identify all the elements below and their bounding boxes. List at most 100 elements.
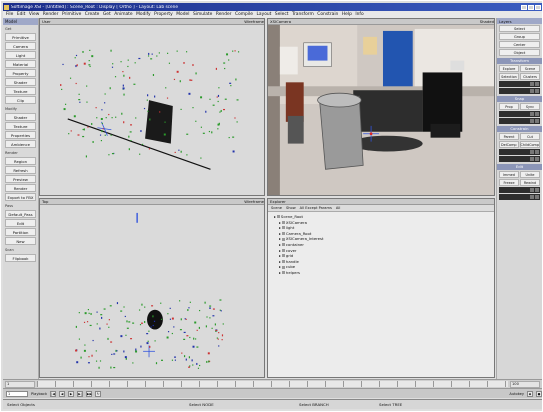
viewport-canvas[interactable]: [40, 25, 264, 195]
left-button-texture[interactable]: Texture: [5, 87, 36, 95]
right-button-explore[interactable]: Explore: [499, 65, 519, 72]
right-button-object[interactable]: Object: [499, 49, 540, 56]
parameter-slider[interactable]: [499, 194, 540, 200]
right-button-cut[interactable]: Cut: [520, 133, 540, 140]
menu-edit[interactable]: Edit: [17, 12, 26, 17]
menu-render[interactable]: Render: [43, 12, 59, 17]
left-button-default-pass[interactable]: Default_Pass: [5, 210, 36, 218]
parameter-slider[interactable]: [499, 149, 540, 155]
timeline-ruler[interactable]: [37, 381, 508, 387]
viewport-display-mode[interactable]: Shaded: [480, 19, 494, 24]
right-button-unite[interactable]: Unite: [520, 171, 540, 178]
menu-select[interactable]: Select: [275, 12, 289, 17]
parameter-slider[interactable]: [499, 118, 540, 124]
parameter-slider[interactable]: [499, 81, 540, 87]
menu-modify[interactable]: Modify: [136, 12, 151, 17]
menu-animate[interactable]: Animate: [114, 12, 132, 17]
explorer-toolbar-show[interactable]: Show: [286, 206, 296, 210]
parameter-slider[interactable]: [499, 187, 540, 193]
explorer-toolbar-all[interactable]: All: [336, 206, 340, 210]
left-button-export-to-fbx[interactable]: Export to FBX: [5, 193, 36, 201]
key-icon[interactable]: ◆: [527, 390, 533, 397]
menu-transform[interactable]: Transform: [292, 12, 314, 17]
right-button-sync[interactable]: Sync: [520, 103, 540, 110]
menu-model[interactable]: Model: [176, 12, 189, 17]
left-button-new[interactable]: New: [5, 237, 36, 245]
left-button-primitive[interactable]: Primitive: [5, 33, 36, 41]
right-button-parent[interactable]: Parent: [499, 133, 519, 140]
menu-simulate[interactable]: Simulate: [193, 12, 212, 17]
maximize-button[interactable]: [528, 4, 534, 10]
right-button-immed[interactable]: Immed: [499, 171, 519, 178]
left-button-refresh[interactable]: Refresh: [5, 166, 36, 174]
menu-render[interactable]: Render: [216, 12, 232, 17]
last-frame-icon[interactable]: ▶▶: [86, 390, 93, 397]
explorer-toolbar-all-except-params[interactable]: All Except Params: [300, 206, 332, 210]
lock-icon[interactable]: ●: [536, 390, 542, 397]
left-button-properties[interactable]: Properties: [5, 131, 36, 139]
left-button-texture[interactable]: Texture: [5, 122, 36, 130]
viewport-display-mode[interactable]: Wireframe: [244, 199, 264, 204]
left-button-edit[interactable]: Edit: [5, 219, 36, 227]
right-button-select[interactable]: Select: [499, 25, 540, 32]
timeline-end-field[interactable]: 100: [510, 380, 540, 388]
left-button-shader[interactable]: Shader: [5, 78, 36, 86]
right-panel-title[interactable]: Layers: [497, 18, 542, 24]
left-toolbar-title[interactable]: Model: [3, 18, 38, 25]
autokey-label[interactable]: Autokey: [509, 392, 524, 396]
first-frame-icon[interactable]: |◀: [50, 390, 57, 397]
menu-info[interactable]: Info: [355, 12, 363, 17]
left-button-camera[interactable]: Camera: [5, 42, 36, 50]
parameter-slider[interactable]: [499, 111, 540, 117]
right-button-rewind[interactable]: Rewind: [520, 179, 540, 186]
minimize-button[interactable]: [521, 4, 527, 10]
left-button-region[interactable]: Region: [5, 157, 36, 165]
left-button-flipbook[interactable]: Flipbook: [5, 254, 36, 262]
viewport-name[interactable]: Top: [42, 199, 48, 204]
menu-compile[interactable]: Compile: [235, 12, 253, 17]
right-button-childcomp[interactable]: ChildComp: [519, 141, 540, 148]
left-button-shader[interactable]: Shader: [5, 113, 36, 121]
right-button-delcomp[interactable]: DelComp: [499, 141, 519, 148]
right-button-freeze[interactable]: Freeze: [499, 179, 519, 186]
camera-render-view[interactable]: [268, 25, 494, 195]
explorer-tree-item[interactable]: ▸ helpers: [274, 270, 323, 276]
menu-help[interactable]: Help: [342, 12, 352, 17]
expand-arrow-icon[interactable]: ▸: [274, 214, 276, 220]
timeline-start-field[interactable]: 1: [5, 380, 35, 388]
right-button-group[interactable]: Group: [499, 33, 540, 40]
viewport-name[interactable]: XSICamera: [270, 19, 291, 24]
right-button-prop[interactable]: Prop: [499, 103, 519, 110]
explorer-toolbar-scene[interactable]: Scene: [271, 206, 282, 210]
viewport-canvas[interactable]: [40, 205, 264, 377]
left-button-clip[interactable]: Clip: [5, 96, 36, 104]
right-button-clusters[interactable]: Clusters: [520, 73, 540, 80]
viewport-name[interactable]: User: [42, 19, 51, 24]
left-button-material[interactable]: Material: [5, 60, 36, 68]
menu-get[interactable]: Get: [103, 12, 111, 17]
viewport-user[interactable]: User Wireframe: [39, 18, 265, 196]
menu-property[interactable]: Property: [154, 12, 173, 17]
parameter-slider[interactable]: [499, 88, 540, 94]
menu-file[interactable]: File: [6, 12, 13, 17]
close-button[interactable]: [535, 4, 541, 10]
left-button-light[interactable]: Light: [5, 51, 36, 59]
right-button-center[interactable]: Center: [499, 41, 540, 48]
menu-view[interactable]: View: [29, 12, 39, 17]
expand-arrow-icon[interactable]: ▸: [279, 270, 281, 276]
left-button-partition[interactable]: Partition: [5, 228, 36, 236]
left-button-preview[interactable]: Preview: [5, 175, 36, 183]
next-frame-icon[interactable]: ▶|: [77, 390, 84, 397]
play-icon[interactable]: ▶: [68, 390, 75, 397]
current-frame-field[interactable]: 1: [6, 390, 28, 397]
left-button-ambience[interactable]: Ambience: [5, 140, 36, 148]
viewport-display-mode[interactable]: Wireframe: [244, 19, 264, 24]
previous-frame-icon[interactable]: ◀: [59, 390, 66, 397]
menu-primitive[interactable]: Primitive: [62, 12, 81, 17]
right-button-selection[interactable]: Selection: [499, 73, 519, 80]
left-button-property[interactable]: Property: [5, 69, 36, 77]
menu-layout[interactable]: Layout: [256, 12, 271, 17]
right-button-scene[interactable]: Scene: [520, 65, 540, 72]
menu-create[interactable]: Create: [85, 12, 100, 17]
loop-icon[interactable]: ↻: [95, 390, 102, 397]
